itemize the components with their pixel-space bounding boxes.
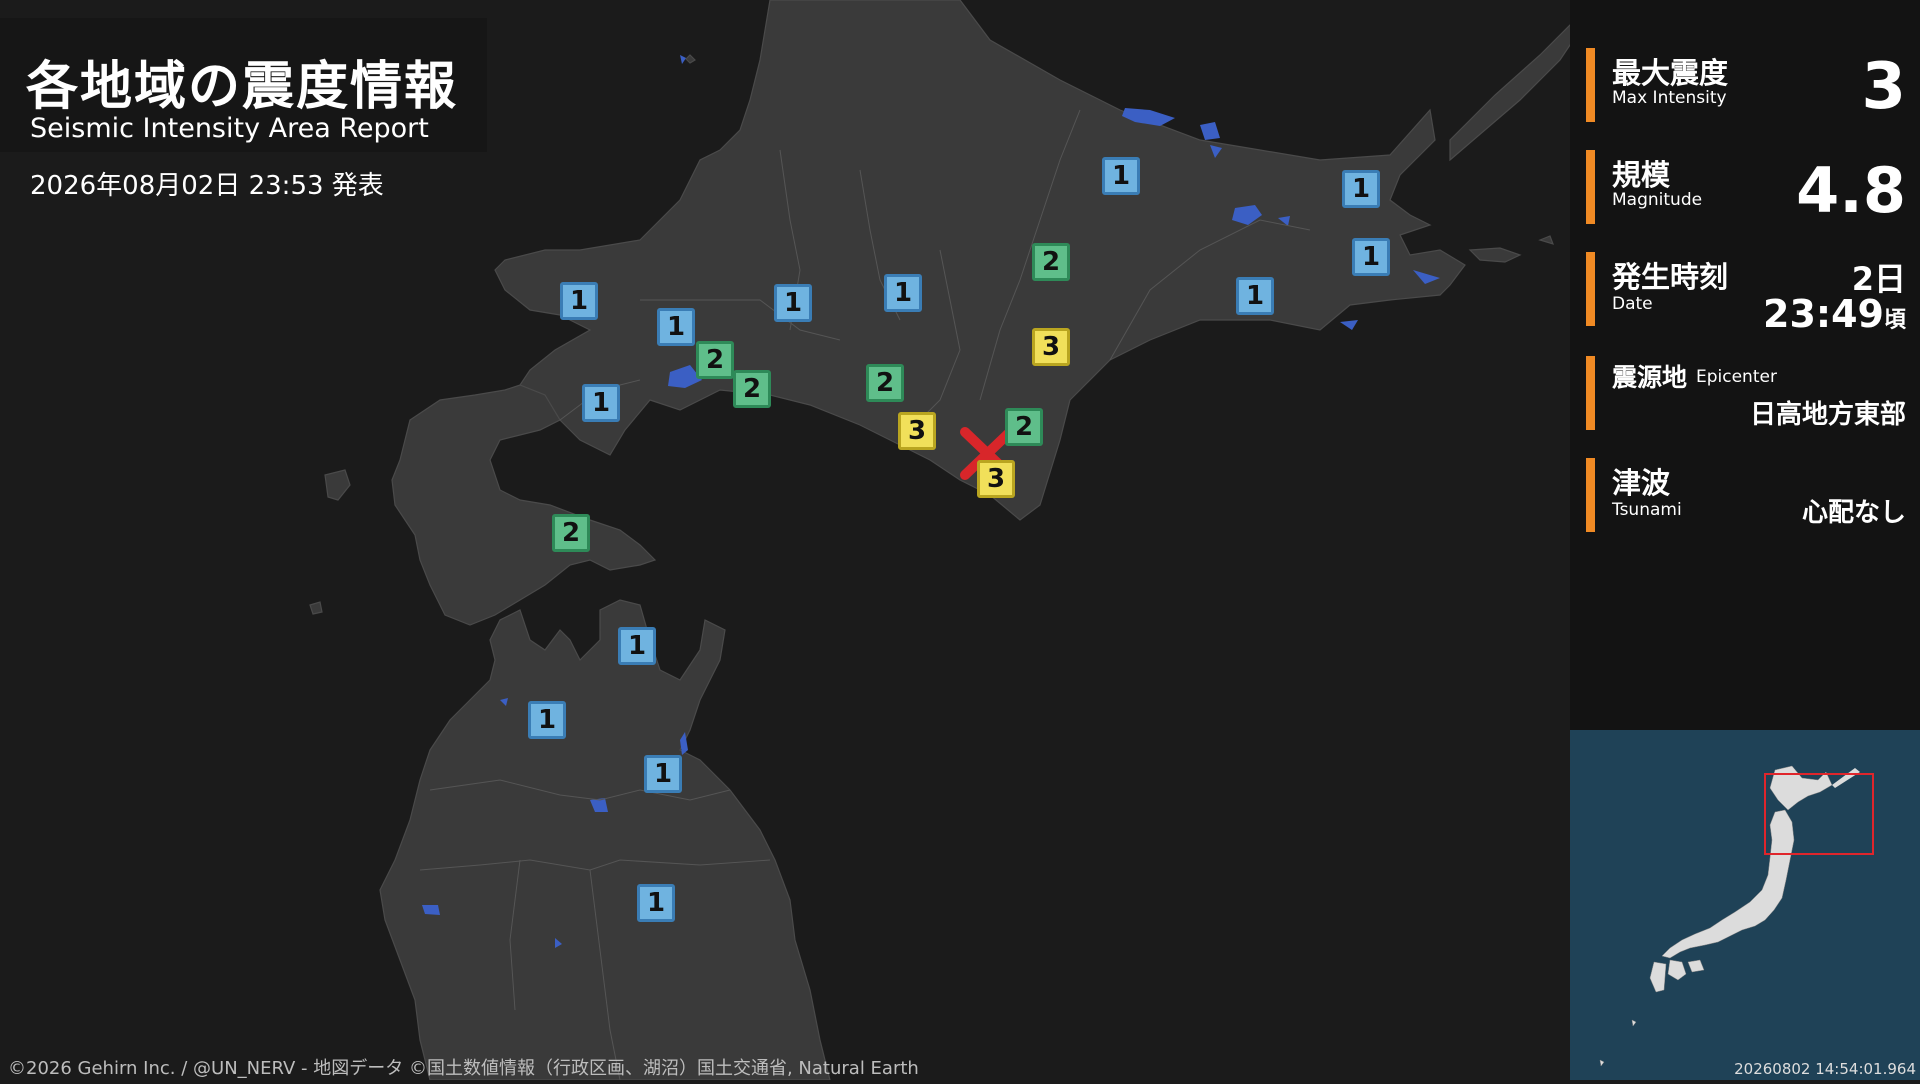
date-time-suffix: 頃 [1883, 308, 1906, 333]
timestamp: 20260802 14:54:01.964 [1734, 1060, 1916, 1078]
epicenter-value: 日高地方東部 [1749, 400, 1906, 430]
intensity-badge: 2 [1005, 408, 1043, 446]
intensity-badge: 1 [1352, 238, 1390, 276]
info-panel: 最大震度 Max Intensity 3 規模 Magnitude 4.8 発生… [1570, 0, 1920, 730]
epicenter-row: 震源地 Epicenter 日高地方東部 [1586, 356, 1906, 430]
inset-map: 20260802 14:54:01.964 [1570, 730, 1920, 1080]
magnitude-label: 規模 [1612, 158, 1671, 192]
intensity-badge: 2 [733, 370, 771, 408]
epicenter-label: 震源地 [1612, 363, 1688, 392]
page-subtitle: Seismic Intensity Area Report [30, 113, 429, 144]
intensity-badge: 2 [552, 514, 590, 552]
magnitude-value: 4.8 [1796, 154, 1906, 227]
intensity-badge: 2 [866, 364, 904, 402]
epicenter-intensity-badge: 3 [977, 460, 1015, 498]
intensity-badge: 1 [637, 884, 675, 922]
japan-overview-map [1599, 765, 1874, 1067]
tsunami-label-en: Tsunami [1612, 500, 1682, 520]
tsunami-row: 津波 Tsunami 心配なし [1586, 458, 1906, 532]
max-intensity-row: 最大震度 Max Intensity 3 [1586, 48, 1906, 124]
intensity-badge: 1 [644, 755, 682, 793]
intensity-badge: 3 [1032, 328, 1070, 366]
tsunami-label: 津波 [1612, 466, 1671, 500]
date-row: 発生時刻 Date 2日 23:49頃 [1586, 252, 1906, 336]
intensity-badge: 1 [1102, 157, 1140, 195]
page-title: 各地域の震度情報 [26, 57, 459, 117]
date-label: 発生時刻 [1612, 260, 1729, 294]
seismic-map [309, 0, 1570, 1080]
intensity-badge: 1 [618, 627, 656, 665]
date-time-value: 23:49 [1763, 292, 1884, 336]
tohoku-landmass [379, 599, 831, 1080]
issued-time: 2026年08月02日 23:53 発表 [30, 171, 384, 201]
max-intensity-label-en: Max Intensity [1612, 88, 1727, 108]
intensity-badge: 1 [582, 384, 620, 422]
intensity-badge: 1 [657, 308, 695, 346]
max-intensity-label: 最大震度 [1612, 56, 1729, 90]
intensity-badge: 3 [898, 412, 936, 450]
max-intensity-value: 3 [1861, 50, 1906, 124]
intensity-badge: 1 [1342, 170, 1380, 208]
magnitude-row: 規模 Magnitude 4.8 [1586, 150, 1906, 227]
date-label-en: Date [1612, 294, 1653, 314]
epicenter-label-en: Epicenter [1696, 367, 1777, 387]
intensity-badge: 1 [884, 274, 922, 312]
intensity-badge: 1 [774, 284, 812, 322]
map-credit: ©2026 Gehirn Inc. / @UN_NERV - 地図データ ©国土… [8, 1058, 919, 1079]
intensity-badge: 1 [1236, 277, 1274, 315]
tsunami-value: 心配なし [1801, 498, 1906, 528]
intensity-badge: 1 [560, 282, 598, 320]
intensity-badge: 1 [528, 701, 566, 739]
date-time: 23:49頃 [1763, 292, 1906, 336]
intensity-badge: 2 [1032, 243, 1070, 281]
title-box: 各地域の震度情報 Seismic Intensity Area Report [0, 18, 487, 152]
intensity-badge: 2 [696, 341, 734, 379]
magnitude-label-en: Magnitude [1612, 190, 1703, 210]
